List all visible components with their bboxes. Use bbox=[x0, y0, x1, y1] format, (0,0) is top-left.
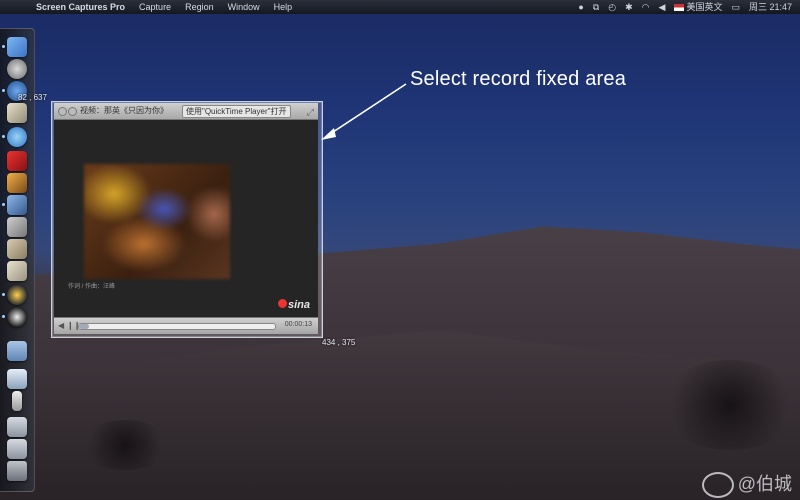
preview-icon[interactable] bbox=[7, 103, 27, 123]
player-controls: ◀ ❙❙ 00:00:13 bbox=[54, 317, 318, 334]
selection-end-coord: 434 , 375 bbox=[322, 338, 356, 347]
fullscreen-icon[interactable]: ⤢ bbox=[307, 104, 314, 120]
time-machine-icon[interactable]: ◴ bbox=[608, 0, 616, 14]
stack-icon[interactable] bbox=[7, 239, 27, 259]
battery-icon[interactable]: ▭ bbox=[731, 0, 740, 14]
player-titlebar[interactable]: 视频：那英《只因为你》 使用"QuickTime Player"打开 ⤢ bbox=[54, 103, 318, 120]
qq-status-icon[interactable]: ● bbox=[578, 0, 583, 14]
sina-eye-icon bbox=[277, 299, 287, 308]
progress-fill bbox=[79, 324, 89, 329]
progress-bar[interactable] bbox=[78, 323, 276, 330]
sina-logo-text: sina bbox=[287, 299, 310, 311]
bluetooth-icon[interactable]: ✱ bbox=[625, 0, 633, 14]
running-indicator bbox=[2, 89, 5, 92]
screen-capture-icon[interactable]: ⧉ bbox=[593, 0, 599, 14]
menu-help[interactable]: Help bbox=[274, 0, 293, 14]
menu-bar: Screen Captures Pro Capture Region Windo… bbox=[0, 0, 800, 14]
screen2-icon[interactable] bbox=[7, 439, 27, 459]
desert-shrub bbox=[80, 420, 170, 470]
player-title: 视频：那英《只因为你》 bbox=[80, 106, 168, 115]
wifi-icon[interactable]: ◠ bbox=[642, 0, 650, 14]
playback-time: 00:00:13 bbox=[284, 321, 312, 328]
running-indicator bbox=[2, 293, 5, 296]
open-quicktime-button[interactable]: 使用"QuickTime Player"打开 bbox=[182, 105, 291, 118]
annotation-text: Select record fixed area bbox=[410, 68, 627, 90]
video-player-window: 视频：那英《只因为你》 使用"QuickTime Player"打开 ⤢ 作词 … bbox=[54, 103, 318, 334]
watermark-text: @伯城 bbox=[737, 473, 792, 494]
menu-window[interactable]: Window bbox=[228, 0, 260, 14]
running-indicator bbox=[2, 203, 5, 206]
desert-shrub bbox=[660, 360, 800, 450]
volume-control-icon[interactable]: ◀ bbox=[58, 321, 64, 330]
screen-icon[interactable] bbox=[7, 417, 27, 437]
window-icon[interactable] bbox=[7, 369, 27, 389]
running-indicator bbox=[2, 135, 5, 138]
input-method-label: 美国英文 bbox=[686, 2, 723, 12]
books-icon[interactable] bbox=[7, 151, 27, 171]
video-frame bbox=[84, 164, 230, 279]
video-caption: 作词 / 作曲：汪峰 bbox=[68, 284, 116, 290]
menu-region[interactable]: Region bbox=[185, 0, 214, 14]
us-flag-icon bbox=[674, 4, 685, 12]
close-icon[interactable] bbox=[58, 107, 67, 116]
video-area[interactable]: 作词 / 作曲：汪峰 sina bbox=[54, 120, 318, 317]
pencil-icon[interactable] bbox=[7, 195, 27, 215]
volume-icon[interactable]: ◀ bbox=[659, 0, 666, 14]
clock-text[interactable]: 周三 21:47 bbox=[749, 0, 792, 14]
trash-icon[interactable] bbox=[7, 461, 27, 481]
finder-icon[interactable] bbox=[7, 37, 27, 57]
weibo-watermark: @伯城 bbox=[701, 470, 792, 498]
menu-capture[interactable]: Capture bbox=[139, 0, 171, 14]
doc-icon[interactable] bbox=[12, 391, 22, 411]
qq-icon[interactable] bbox=[7, 285, 27, 305]
selection-start-coord: 82 , 637 bbox=[18, 93, 47, 102]
minimize-icon[interactable] bbox=[68, 107, 77, 116]
script-icon[interactable] bbox=[7, 217, 27, 237]
menu-extras: ● ⧉ ◴ ✱ ◠ ◀ 美国英文 ▭ 周三 21:47 bbox=[578, 0, 792, 14]
running-indicator bbox=[2, 315, 5, 318]
sina-logo: sina bbox=[277, 299, 310, 311]
safari-icon[interactable] bbox=[7, 127, 27, 147]
input-method-menu[interactable]: 美国英文 bbox=[674, 0, 722, 14]
penguin-icon[interactable] bbox=[7, 307, 27, 327]
photo-icon[interactable] bbox=[7, 173, 27, 193]
rocket-icon[interactable] bbox=[7, 59, 27, 79]
running-indicator bbox=[2, 45, 5, 48]
weibo-icon bbox=[701, 472, 734, 498]
folder-icon[interactable] bbox=[7, 341, 27, 361]
menu-app-name[interactable]: Screen Captures Pro bbox=[36, 0, 125, 14]
files-icon[interactable] bbox=[7, 261, 27, 281]
